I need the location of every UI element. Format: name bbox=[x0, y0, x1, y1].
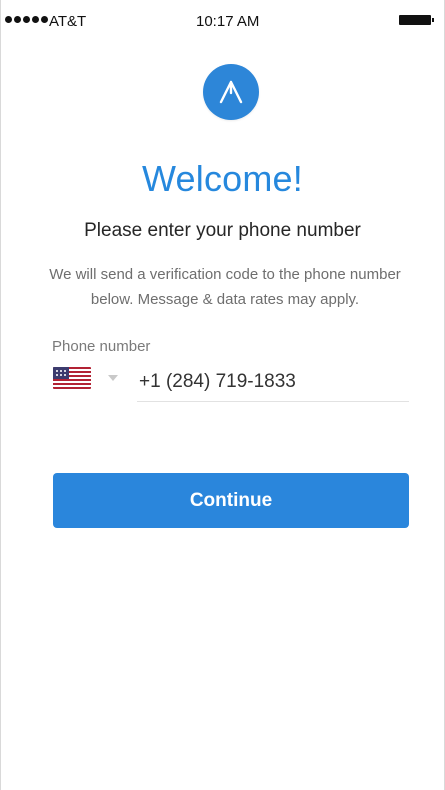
page-title: Welcome! bbox=[142, 158, 303, 199]
flag-canton bbox=[53, 367, 69, 379]
carrier-name: AT&T bbox=[49, 13, 87, 30]
phone-number-label: Phone number bbox=[52, 338, 151, 355]
country-dropdown-icon[interactable] bbox=[108, 375, 118, 381]
app-logo bbox=[203, 64, 259, 120]
status-time: 10:17 AM bbox=[196, 13, 260, 30]
phone-number-input[interactable] bbox=[137, 362, 409, 402]
status-bar: AT&T 10:17 AM bbox=[1, 0, 444, 44]
us-flag-icon[interactable] bbox=[53, 367, 91, 389]
page-subtitle: Please enter your phone number bbox=[84, 220, 361, 241]
battery-icon bbox=[399, 15, 434, 25]
verification-info-text: We will send a verification code to the … bbox=[49, 266, 401, 308]
continue-button[interactable]: Continue bbox=[53, 473, 409, 528]
verification-screen: AT&T 10:17 AM Welcome! Please enter your… bbox=[0, 0, 445, 790]
signal-strength-icon bbox=[5, 16, 48, 23]
lambda-mountain-icon bbox=[219, 80, 243, 104]
